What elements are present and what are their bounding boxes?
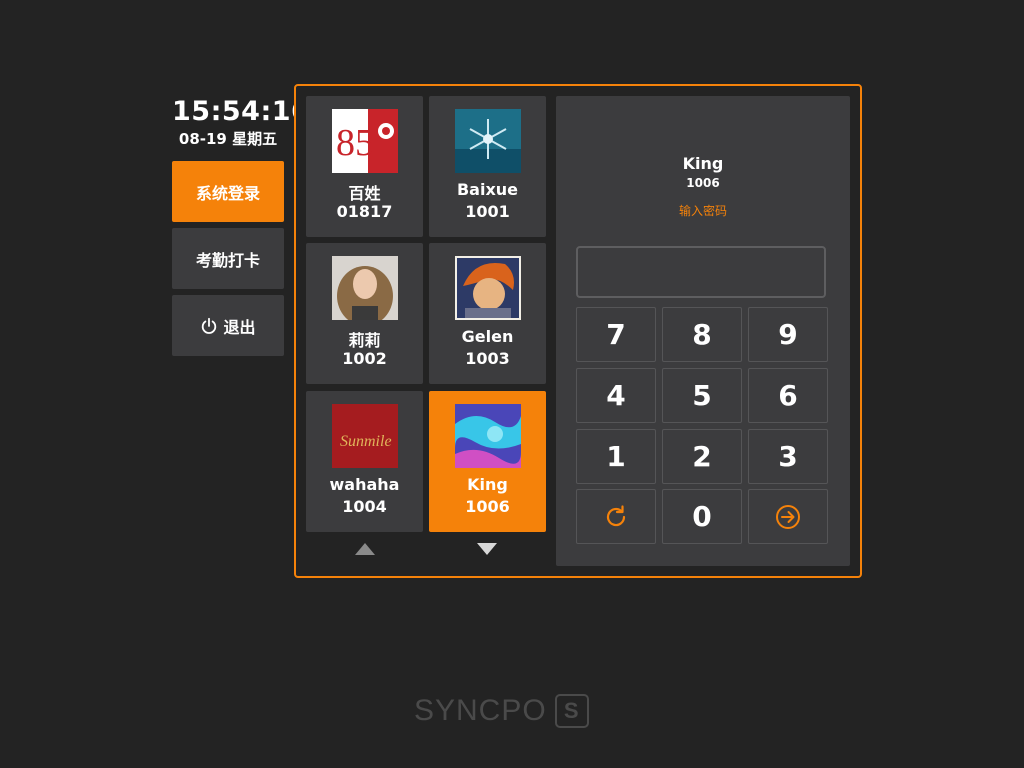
key-3[interactable]: 3 [748, 429, 828, 484]
clear-key[interactable] [576, 489, 656, 544]
page-up-arrow-icon[interactable] [355, 543, 375, 555]
user-id: 01817 [336, 202, 393, 221]
power-icon [202, 317, 217, 334]
exit-button[interactable]: 退出 [172, 295, 284, 356]
user-avatar [455, 256, 521, 320]
user-avatar: 85 [332, 109, 398, 173]
user-avatar [455, 404, 521, 468]
brand-text: SYNCPO [414, 694, 547, 727]
user-tile[interactable]: 85 百姓 01817 [306, 96, 423, 237]
key-6[interactable]: 6 [748, 368, 828, 423]
password-input[interactable] [576, 246, 826, 298]
submit-key[interactable] [748, 489, 828, 544]
system-login-label: 系统登录 [195, 183, 260, 203]
password-pad: King 1006 输入密码 7 8 9 4 5 6 1 2 3 0 [556, 96, 850, 566]
exit-label: 退出 [223, 317, 256, 337]
user-avatar [332, 256, 398, 320]
key-7[interactable]: 7 [576, 307, 656, 362]
user-name: wahaha [329, 475, 400, 494]
brand-logo: SYNCPO S [414, 694, 589, 728]
key-4[interactable]: 4 [576, 368, 656, 423]
user-tile-selected[interactable]: King 1006 [429, 391, 546, 532]
user-tile[interactable]: 莉莉 1002 [306, 243, 423, 384]
key-1[interactable]: 1 [576, 429, 656, 484]
arrow-right-circle-icon [776, 504, 800, 529]
key-8[interactable]: 8 [662, 307, 742, 362]
page-down-arrow-icon[interactable] [477, 543, 497, 555]
key-0[interactable]: 0 [662, 489, 742, 544]
svg-text:85: 85 [336, 122, 374, 164]
system-login-button[interactable]: 系统登录 [172, 161, 284, 222]
selected-user-name: King [682, 154, 724, 173]
svg-text:Sunmile: Sunmile [340, 433, 392, 450]
key-5[interactable]: 5 [662, 368, 742, 423]
user-id: 1001 [465, 202, 510, 221]
attendance-button[interactable]: 考勤打卡 [172, 228, 284, 289]
user-tile[interactable]: Sunmile wahaha 1004 [306, 391, 423, 532]
attendance-label: 考勤打卡 [195, 250, 260, 270]
user-tile[interactable]: Baixue 1001 [429, 96, 546, 237]
user-name: 百姓 [348, 184, 381, 203]
user-tile[interactable]: Gelen 1003 [429, 243, 546, 384]
brand-mark-icon: S [554, 694, 589, 728]
user-avatar [455, 109, 521, 173]
user-id: 1003 [465, 349, 510, 368]
user-id: 1004 [342, 497, 387, 516]
refresh-icon [606, 504, 626, 526]
user-name: King [467, 475, 508, 494]
user-name: Baixue [456, 180, 519, 199]
key-9[interactable]: 9 [748, 307, 828, 362]
user-avatar: Sunmile [332, 404, 398, 468]
key-2[interactable]: 2 [662, 429, 742, 484]
clock-date: 08-19 星期五 [178, 130, 278, 148]
password-prompt: 输入密码 [678, 204, 727, 218]
clock: 15:54:16 08-19 星期五 [172, 96, 311, 150]
user-name: Gelen [461, 327, 514, 346]
selected-user-id: 1006 [686, 176, 720, 190]
user-name: 莉莉 [348, 331, 381, 350]
clock-time: 15:54:16 [172, 96, 311, 127]
user-id: 1006 [465, 497, 510, 516]
user-id: 1002 [342, 349, 387, 368]
